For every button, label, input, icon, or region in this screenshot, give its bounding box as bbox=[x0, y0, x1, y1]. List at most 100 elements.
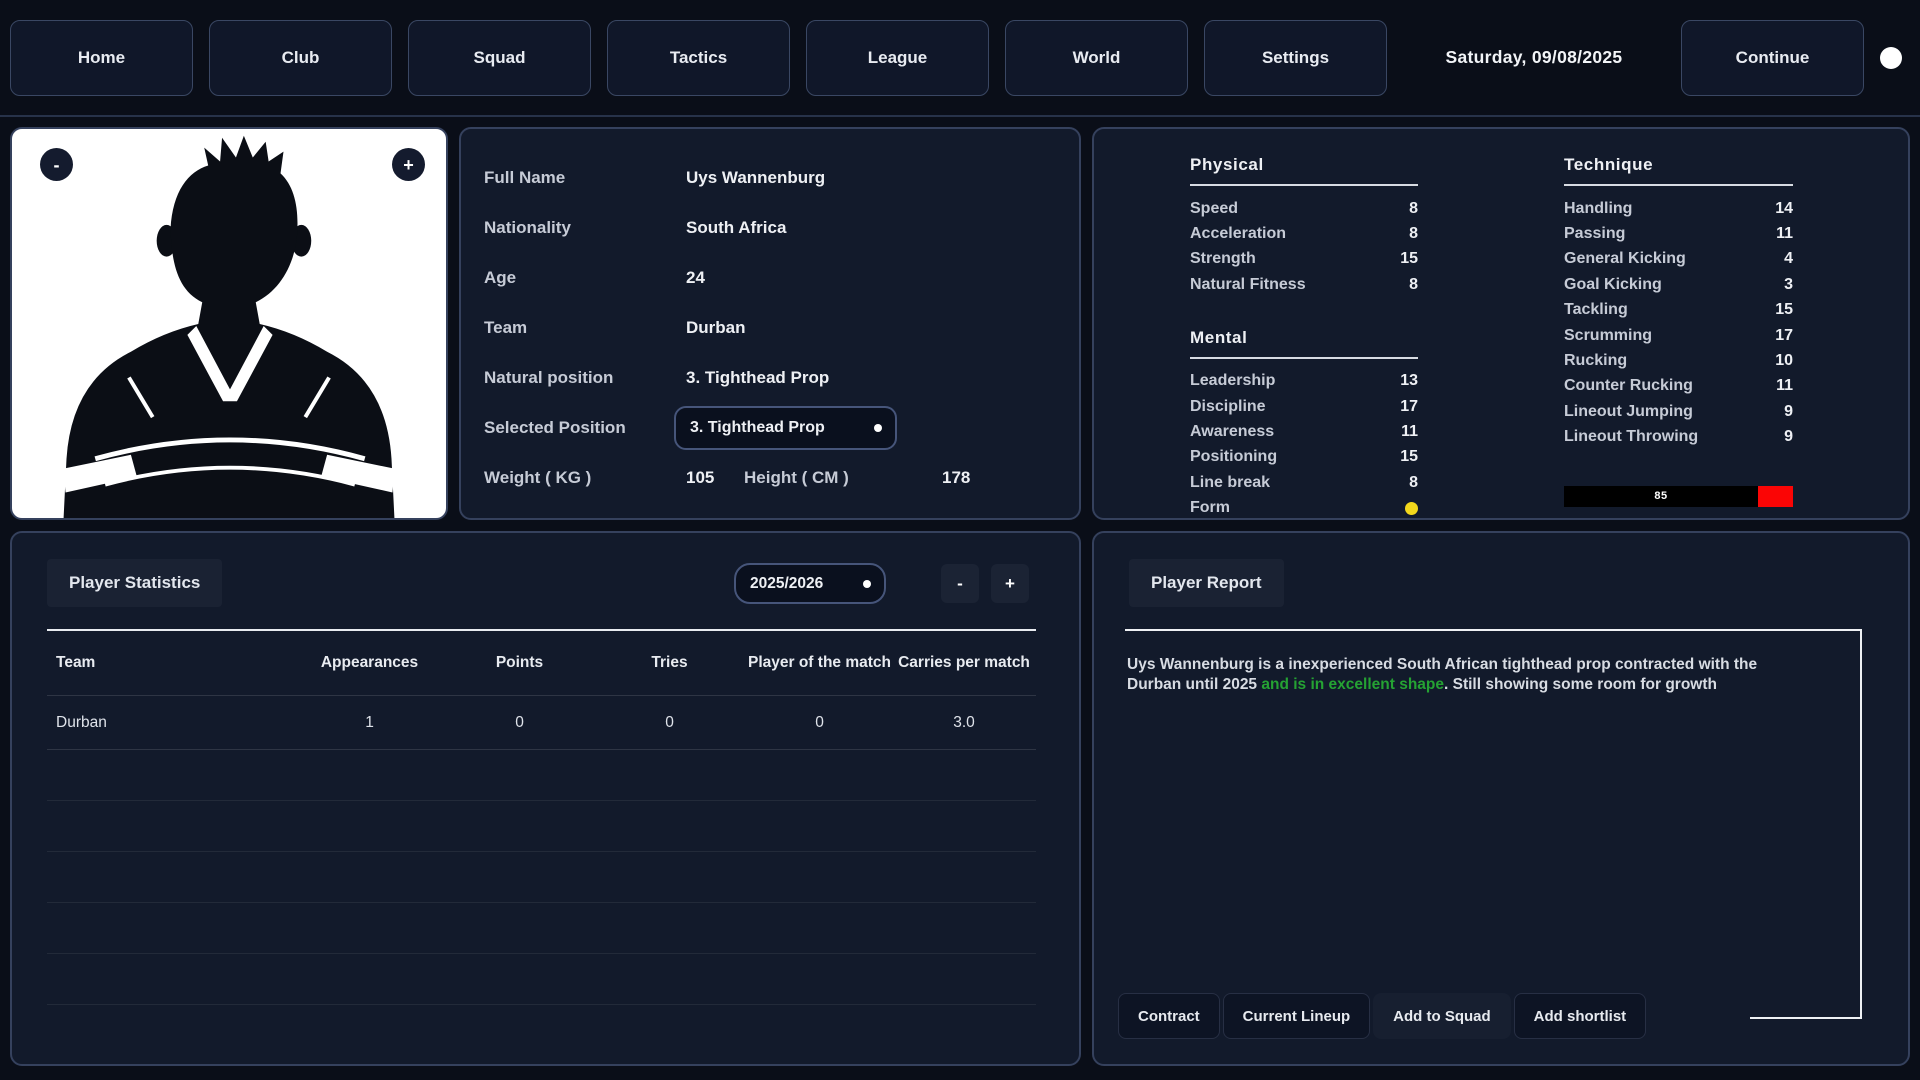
status-circle-icon bbox=[1880, 47, 1902, 69]
weight-label: Weight ( KG ) bbox=[484, 468, 686, 488]
attribute-label: Goal Kicking bbox=[1564, 276, 1662, 294]
attribute-value: 15 bbox=[1775, 301, 1793, 319]
info-row: Age 24 bbox=[484, 253, 1056, 303]
column-header: Team bbox=[47, 654, 292, 672]
nav-button[interactable]: Squad bbox=[408, 20, 591, 96]
portrait-zoom-in-button[interactable]: + bbox=[392, 148, 425, 181]
attributes-panel: Physical Speed 8 Acceleration 8 Strength… bbox=[1092, 127, 1910, 520]
position-select[interactable]: 3. Tighthead Prop bbox=[674, 406, 897, 450]
info-label: Age bbox=[484, 268, 686, 288]
attribute-value: 11 bbox=[1776, 225, 1793, 243]
condition-value: 85 bbox=[1654, 490, 1667, 502]
season-next-button[interactable]: + bbox=[991, 564, 1029, 603]
column-header: Appearances bbox=[292, 654, 447, 672]
attribute-row: Counter Rucking 11 bbox=[1564, 374, 1793, 399]
technique-section-title: Technique bbox=[1564, 155, 1793, 186]
attribute-label: Rucking bbox=[1564, 352, 1627, 370]
report-action-button[interactable]: Add to Squad bbox=[1373, 993, 1511, 1039]
cell-player-of-match: 0 bbox=[747, 714, 892, 732]
height-label: Height ( CM ) bbox=[744, 468, 910, 488]
season-previous-button[interactable]: - bbox=[941, 564, 979, 603]
player-statistics-panel: Player Statistics 2025/2026 - + Team App… bbox=[10, 531, 1081, 1066]
column-header: Points bbox=[447, 654, 592, 672]
column-header: Tries bbox=[592, 654, 747, 672]
attribute-row: Awareness 11 bbox=[1190, 419, 1418, 444]
physical-section-title: Physical bbox=[1190, 155, 1418, 186]
mental-section-title: Mental bbox=[1190, 328, 1418, 359]
attribute-value: 15 bbox=[1400, 250, 1418, 268]
current-date: Saturday, 09/08/2025 bbox=[1403, 47, 1665, 68]
table-empty-rows bbox=[47, 750, 1036, 1005]
nav-button[interactable]: Home bbox=[10, 20, 193, 96]
attribute-label: Awareness bbox=[1190, 423, 1274, 441]
nav-button[interactable]: Settings bbox=[1204, 20, 1387, 96]
attribute-row-form: Form bbox=[1190, 496, 1418, 521]
cell-tries: 0 bbox=[592, 714, 747, 732]
attribute-value: 8 bbox=[1409, 225, 1418, 243]
attribute-label: Scrumming bbox=[1564, 327, 1652, 345]
attribute-label: Counter Rucking bbox=[1564, 377, 1693, 395]
info-label: Full Name bbox=[484, 168, 686, 188]
attribute-value: 4 bbox=[1784, 250, 1793, 268]
player-report-panel: Player Report Uys Wannenburg is a inexpe… bbox=[1092, 531, 1910, 1066]
attribute-label: Strength bbox=[1190, 250, 1256, 268]
cell-carries-per-match: 3.0 bbox=[892, 714, 1036, 732]
weight-value: 105 bbox=[686, 468, 744, 488]
continue-button[interactable]: Continue bbox=[1681, 20, 1864, 96]
table-row-empty bbox=[47, 903, 1036, 954]
table-row-empty bbox=[47, 750, 1036, 801]
condition-bar-red-segment bbox=[1758, 486, 1793, 507]
table-row-empty bbox=[47, 852, 1036, 903]
player-portrait-panel: - + bbox=[10, 127, 448, 520]
season-select[interactable]: 2025/2026 bbox=[734, 563, 886, 604]
attribute-row: Passing 11 bbox=[1564, 221, 1793, 246]
attribute-value: 17 bbox=[1775, 327, 1793, 345]
attribute-label: Speed bbox=[1190, 200, 1238, 218]
attribute-value: 14 bbox=[1775, 200, 1793, 218]
attribute-value: 9 bbox=[1784, 403, 1793, 421]
statistics-table: Team Appearances Points Tries Player of … bbox=[47, 629, 1036, 1005]
attribute-label: Natural Fitness bbox=[1190, 276, 1306, 294]
info-row-body-measurements: Weight ( KG ) 105 Height ( CM ) 178 bbox=[484, 453, 1056, 503]
attribute-value: 11 bbox=[1776, 377, 1793, 395]
portrait-zoom-out-button[interactable]: - bbox=[40, 148, 73, 181]
attribute-label: Passing bbox=[1564, 225, 1625, 243]
attribute-label: Discipline bbox=[1190, 398, 1266, 416]
dropdown-indicator-icon bbox=[874, 424, 882, 432]
nav-button[interactable]: Tactics bbox=[607, 20, 790, 96]
report-action-button[interactable]: Add shortlist bbox=[1514, 993, 1647, 1039]
nav-button[interactable]: World bbox=[1005, 20, 1188, 96]
attribute-row: Line break 8 bbox=[1190, 470, 1418, 495]
condition-bar: 85 bbox=[1564, 486, 1793, 507]
app-window: Home Club Squad Tactics League World Set… bbox=[0, 0, 1920, 1080]
attribute-label: General Kicking bbox=[1564, 250, 1686, 268]
info-label: Nationality bbox=[484, 218, 686, 238]
attribute-row: Lineout Throwing 9 bbox=[1564, 425, 1793, 450]
attribute-row: Goal Kicking 3 bbox=[1564, 272, 1793, 297]
attribute-row: Positioning 15 bbox=[1190, 445, 1418, 470]
attribute-value: 10 bbox=[1775, 352, 1793, 370]
nav-button[interactable]: Club bbox=[209, 20, 392, 96]
cell-points: 0 bbox=[447, 714, 592, 732]
player-info-panel: Full Name Uys Wannenburg Nationality Sou… bbox=[459, 127, 1081, 520]
top-navbar: Home Club Squad Tactics League World Set… bbox=[0, 0, 1920, 117]
attribute-row: Rucking 10 bbox=[1564, 348, 1793, 373]
nav-button[interactable]: League bbox=[806, 20, 989, 96]
season-select-value: 2025/2026 bbox=[750, 575, 823, 593]
report-action-button[interactable]: Current Lineup bbox=[1223, 993, 1371, 1039]
report-action-button[interactable]: Contract bbox=[1118, 993, 1220, 1039]
info-value: Durban bbox=[686, 318, 746, 338]
attribute-row: Acceleration 8 bbox=[1190, 221, 1418, 246]
attribute-value: 13 bbox=[1400, 372, 1418, 390]
info-row: Full Name Uys Wannenburg bbox=[484, 153, 1056, 203]
info-label: Natural position bbox=[484, 368, 686, 388]
report-text-box: Uys Wannenburg is a inexperienced South … bbox=[1125, 629, 1862, 1019]
cell-team: Durban bbox=[47, 714, 292, 732]
attribute-row: Strength 15 bbox=[1190, 247, 1418, 272]
attribute-row: Scrumming 17 bbox=[1564, 323, 1793, 348]
table-header-row: Team Appearances Points Tries Player of … bbox=[47, 629, 1036, 696]
report-text-highlight: and is in excellent shape bbox=[1261, 676, 1444, 693]
report-text: Uys Wannenburg is a inexperienced South … bbox=[1127, 655, 1805, 695]
info-label: Selected Position bbox=[484, 418, 686, 438]
table-row: Durban 1 0 0 0 3.0 bbox=[47, 696, 1036, 750]
